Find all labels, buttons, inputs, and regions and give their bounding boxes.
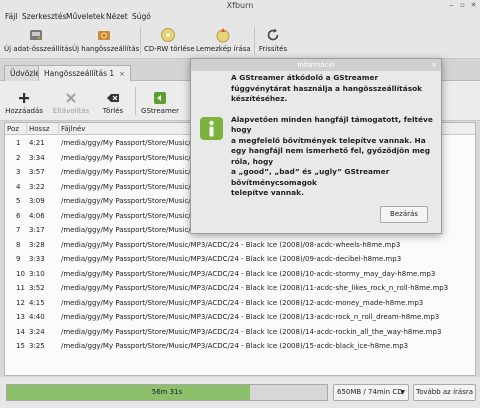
window-title: Xfburn bbox=[226, 1, 254, 10]
close-tab-icon[interactable]: × bbox=[119, 70, 125, 78]
track-position: 9 bbox=[16, 255, 21, 263]
disc-erase-icon bbox=[161, 28, 175, 42]
clear-button[interactable]: Törlés bbox=[96, 81, 130, 121]
track-position: 12 bbox=[16, 298, 25, 307]
toolbar-separator bbox=[135, 87, 136, 115]
table-row[interactable]: 11 3:52/media/ggy/My Passport/Store/Music… bbox=[5, 281, 475, 296]
track-length: 3:25 bbox=[29, 342, 45, 350]
plus-icon bbox=[19, 93, 29, 103]
track-length: 3:52 bbox=[29, 284, 45, 292]
dialog-title: Információ bbox=[191, 59, 441, 71]
minimize-icon[interactable]: ‒ bbox=[447, 1, 456, 10]
track-length: 4:06 bbox=[29, 211, 45, 220]
track-position: 10 bbox=[16, 269, 25, 278]
track-length: 3:34 bbox=[29, 153, 45, 162]
track-filename: /media/ggy/My Passport/Store/Music/MP3/A… bbox=[61, 255, 402, 263]
column-header-length[interactable]: Hossz bbox=[27, 123, 59, 135]
track-length: 3:17 bbox=[29, 226, 45, 234]
track-length: 4:40 bbox=[29, 313, 45, 321]
track-length: 3:10 bbox=[29, 269, 45, 278]
tab-audio-composition[interactable]: Hangösszeállítás 1 × bbox=[38, 65, 132, 81]
close-window-icon[interactable]: ✕ bbox=[469, 1, 478, 10]
track-filename: /media/ggy/My Passport/Store/Music/MP3/A… bbox=[61, 298, 424, 307]
clear-icon bbox=[107, 94, 119, 102]
menu-help[interactable]: Súgó bbox=[132, 11, 151, 23]
menu-bar: Fájl Szerkesztés Műveletek Nézet Súgó bbox=[0, 11, 480, 23]
track-filename: /media/ggy/My Passport/Store/Music/MP3/A… bbox=[61, 240, 401, 249]
add-button[interactable]: Hozzáadás bbox=[4, 81, 44, 121]
track-position: 11 bbox=[16, 284, 25, 292]
table-row[interactable]: 10 3:10/media/ggy/My Passport/Store/Music… bbox=[5, 267, 475, 282]
remove-button[interactable]: Eltávolítás bbox=[50, 81, 92, 121]
track-position: 1 bbox=[16, 139, 21, 147]
dialog-message-intro: A GStreamer átkódoló a GStreamer függvén… bbox=[231, 73, 423, 103]
new-audio-composition-button[interactable]: Új hangösszeállítás bbox=[72, 23, 139, 59]
gstreamer-button[interactable]: GStreamer bbox=[140, 81, 180, 121]
track-length: 3:22 bbox=[29, 182, 45, 191]
track-filename: /media/ggy/My Passport/Store/Music/MP3/A… bbox=[61, 269, 436, 278]
toolbar-separator bbox=[254, 27, 255, 55]
remove-icon bbox=[66, 93, 76, 103]
track-filename: /media/ggy/My Passport/Store/Music/MP3/A… bbox=[61, 342, 409, 350]
track-position: 6 bbox=[16, 211, 21, 220]
menu-file[interactable]: Fájl bbox=[5, 11, 17, 23]
refresh-button[interactable]: Frissítés bbox=[258, 23, 288, 59]
info-icon bbox=[200, 117, 223, 140]
new-data-composition-button[interactable]: Új adat-összeállítás bbox=[4, 23, 72, 59]
table-row[interactable]: 15 3:25/media/ggy/My Passport/Store/Music… bbox=[5, 339, 475, 354]
table-row[interactable]: 13 4:40/media/ggy/My Passport/Store/Music… bbox=[5, 310, 475, 325]
dialog-close-button[interactable]: Bezárás bbox=[380, 206, 428, 223]
maximize-icon[interactable]: ▫ bbox=[458, 1, 467, 10]
table-row[interactable]: 8 3:28/media/ggy/My Passport/Store/Music/… bbox=[5, 238, 475, 253]
refresh-icon bbox=[267, 28, 279, 41]
main-toolbar: Új adat-összeállítás Új hangösszeállítás… bbox=[0, 23, 480, 59]
chevron-down-icon: ▼ bbox=[400, 389, 405, 396]
track-position: 7 bbox=[16, 226, 21, 234]
data-disc-icon bbox=[30, 30, 42, 40]
track-position: 5 bbox=[16, 197, 21, 205]
disc-usage-label: 56m 31s bbox=[151, 388, 183, 396]
table-row[interactable]: 9 3:33/media/ggy/My Passport/Store/Music/… bbox=[5, 252, 475, 267]
menu-view[interactable]: Nézet bbox=[106, 11, 128, 23]
track-position: 4 bbox=[16, 182, 21, 191]
track-filename: /media/ggy/My Passport/Store/Music/MP3/A… bbox=[61, 284, 449, 292]
track-length: 3:24 bbox=[29, 327, 45, 336]
dialog-message-details: Alapvetően minden hangfájl támogatott, f… bbox=[231, 114, 433, 198]
track-position: 14 bbox=[16, 327, 25, 336]
column-header-position[interactable]: Poz bbox=[5, 123, 27, 135]
track-length: 3:28 bbox=[29, 240, 45, 249]
gstreamer-icon bbox=[154, 92, 166, 104]
disc-size-select[interactable]: 650MB / 74min CD ▼ bbox=[333, 384, 409, 401]
disc-usage-bar: 56m 31s bbox=[6, 384, 328, 401]
track-length: 3:57 bbox=[29, 168, 45, 176]
track-length: 4:21 bbox=[29, 139, 45, 147]
menu-edit[interactable]: Szerkesztés bbox=[22, 11, 66, 23]
menu-actions[interactable]: Műveletek bbox=[66, 11, 105, 23]
track-length: 4:15 bbox=[29, 298, 45, 307]
track-position: 3 bbox=[16, 168, 21, 176]
track-position: 2 bbox=[16, 153, 21, 162]
table-row[interactable]: 14 3:24/media/ggy/My Passport/Store/Music… bbox=[5, 325, 475, 340]
window-titlebar: Xfburn ‒ ▫ ✕ bbox=[0, 0, 480, 11]
track-filename: /media/ggy/My Passport/Store/Music/MP3/A… bbox=[61, 313, 440, 321]
blank-cdrw-button[interactable]: CD-RW törlése bbox=[144, 23, 195, 59]
track-position: 13 bbox=[16, 313, 25, 321]
track-filename: /media/ggy/My Passport/Store/Music/MP3/A… bbox=[61, 327, 442, 336]
burn-image-button[interactable]: Lemezkép írása bbox=[196, 23, 251, 59]
proceed-to-burn-button[interactable]: Tovább az írásra bbox=[413, 384, 476, 401]
dialog-message: A GStreamer átkódoló a GStreamer függvén… bbox=[231, 73, 437, 209]
track-length: 3:33 bbox=[29, 255, 45, 263]
track-length: 3:09 bbox=[29, 197, 45, 205]
burn-disc-icon bbox=[216, 28, 230, 43]
table-row[interactable]: 12 4:15/media/ggy/My Passport/Store/Music… bbox=[5, 296, 475, 311]
track-position: 8 bbox=[16, 240, 21, 249]
track-position: 15 bbox=[16, 342, 25, 350]
toolbar-separator bbox=[140, 27, 141, 55]
dialog-close-icon[interactable]: × bbox=[431, 59, 437, 71]
audio-icon bbox=[98, 31, 110, 40]
